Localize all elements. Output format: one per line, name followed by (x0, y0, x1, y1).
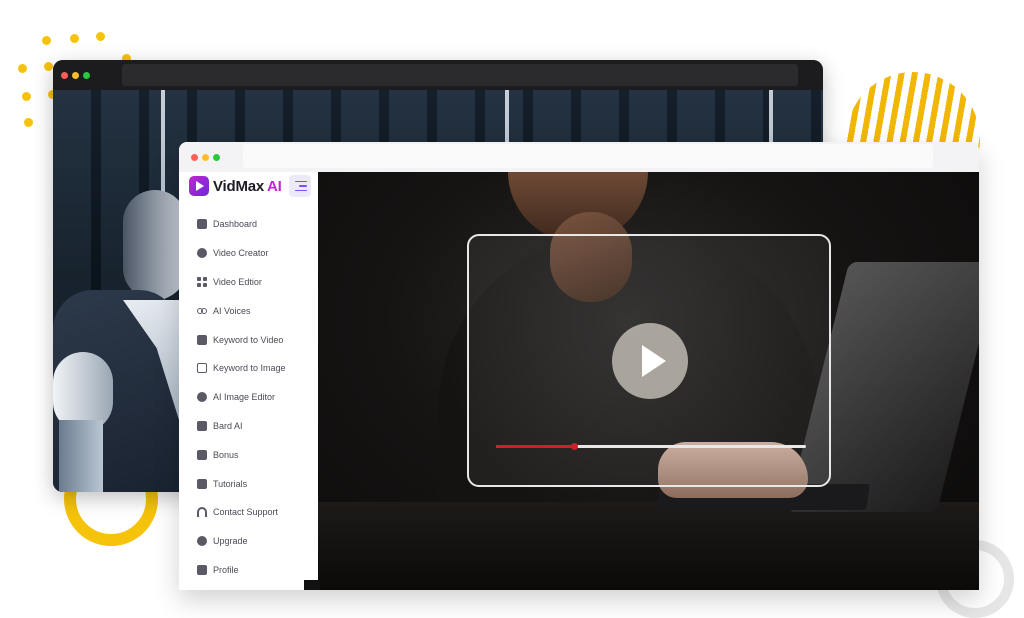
globe-icon (197, 248, 207, 259)
sidebar-item-label: AI Image Editor (213, 392, 276, 403)
video-overlay-frame (467, 234, 831, 487)
sidebar-item-ai-voices[interactable]: AI Voices (179, 296, 318, 325)
sidebar-item-tutorials[interactable]: Tutorials (179, 469, 318, 498)
chat-icon (197, 334, 207, 345)
sidebar-item-label: Keyword to Video (213, 334, 284, 345)
video-progress-fill (496, 445, 574, 448)
book-icon (197, 420, 207, 431)
sidebar-item-video-creator[interactable]: Video Creator (179, 239, 318, 268)
sidebar-item-video-editor[interactable]: Video Edtior (179, 268, 318, 297)
play-button[interactable] (612, 323, 688, 399)
play-square-icon (197, 478, 207, 489)
voicemail-icon (197, 306, 207, 316)
sidebar-item-bard-ai[interactable]: Bard AI (179, 412, 318, 441)
minimize-dot-icon[interactable] (202, 153, 209, 161)
sidebar-item-profile[interactable]: Profile (179, 556, 318, 585)
sidebar-item-label: Contact Support (213, 507, 279, 518)
sidebar-item-contact-support[interactable]: Contact Support (179, 498, 318, 527)
maximize-dot-icon[interactable] (213, 153, 220, 161)
sidebar-nav: Dashboard Video Creator Video Edtior AI … (179, 210, 318, 584)
sidebar-item-label: Keyword to Image (213, 363, 286, 374)
window-corner-shadow (304, 580, 320, 590)
fingerprint-icon (197, 392, 207, 403)
sidebar-item-label: Bonus (213, 449, 239, 460)
app-logo[interactable]: VidMax AI (189, 176, 282, 196)
hamburger-icon (295, 180, 307, 183)
video-player[interactable] (318, 172, 979, 590)
headphones-icon (197, 507, 207, 518)
id-card-icon (197, 564, 207, 575)
sidebar-item-keyword-to-image[interactable]: Keyword to Image (179, 354, 318, 383)
sidebar-item-label: Profile (213, 564, 239, 575)
sidebar-item-label: AI Voices (213, 305, 251, 316)
address-bar[interactable] (243, 144, 933, 168)
close-dot-icon[interactable] (191, 153, 198, 161)
gift-icon (197, 449, 207, 460)
video-progress-bar[interactable] (496, 443, 806, 450)
logo-name: VidMax (213, 177, 265, 195)
background-address-bar (122, 64, 798, 86)
sidebar-item-ai-image-editor[interactable]: AI Image Editor (179, 383, 318, 412)
menu-toggle-button[interactable] (289, 175, 311, 197)
maximize-dot-icon (83, 71, 90, 79)
background-window-titlebar (53, 60, 823, 90)
grid-icon (197, 276, 207, 287)
sidebar-item-dashboard[interactable]: Dashboard (179, 210, 318, 239)
video-desk (318, 502, 979, 590)
app-window-titlebar (179, 142, 979, 172)
sidebar: VidMax AI Dashboard Video Creator Video E… (179, 172, 318, 590)
video-progress-knob[interactable] (570, 443, 578, 450)
sidebar-item-label: Bard AI (213, 420, 243, 431)
logo-suffix: AI (267, 177, 282, 195)
close-dot-icon (61, 71, 68, 79)
sidebar-item-upgrade[interactable]: Upgrade (179, 527, 318, 556)
sidebar-item-keyword-to-video[interactable]: Keyword to Video (179, 325, 318, 354)
sidebar-item-label: Dashboard (213, 219, 258, 230)
minimize-dot-icon (72, 71, 79, 79)
image-icon (197, 363, 207, 374)
sidebar-item-bonus[interactable]: Bonus (179, 440, 318, 469)
sidebar-item-label: Tutorials (213, 478, 248, 489)
app-window: VidMax AI Dashboard Video Creator Video E… (179, 142, 979, 590)
sidebar-item-label: Video Edtior (213, 276, 262, 287)
home-icon (197, 219, 207, 230)
sidebar-item-label: Upgrade (213, 536, 248, 547)
sidebar-item-label: Video Creator (213, 248, 269, 259)
rocket-icon (197, 536, 207, 547)
logo-play-icon (189, 176, 209, 196)
